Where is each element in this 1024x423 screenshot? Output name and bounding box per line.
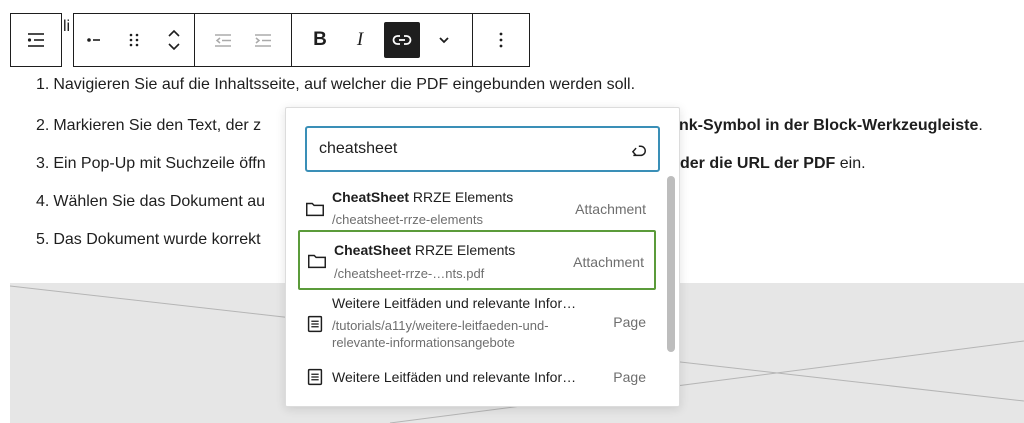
- format-toolbar-group: B I: [291, 13, 473, 67]
- page-icon: [307, 315, 323, 333]
- drag-handle[interactable]: [118, 24, 150, 56]
- result-type: Page: [613, 314, 646, 330]
- page-icon: [307, 368, 323, 386]
- search-result-item-selected[interactable]: CheatSheet RRZE Elements /cheatsheet-rrz…: [298, 230, 656, 290]
- indent-button[interactable]: [247, 24, 279, 56]
- result-url: /cheatsheet-rrze-elements: [332, 212, 484, 227]
- result-type: Page: [613, 369, 646, 385]
- list-item: 1. Navigieren Sie auf die Inhaltsseite, a…: [36, 76, 636, 93]
- result-title: CheatSheet RRZE Elements: [334, 242, 516, 258]
- link-search-input[interactable]: [319, 138, 609, 160]
- list-style-button[interactable]: [78, 24, 110, 56]
- list-item: 2. Markieren Sie den Text, der z: [36, 117, 262, 134]
- result-type: Attachment: [573, 254, 644, 270]
- link-search-field: [305, 126, 660, 172]
- more-vertical-icon: [499, 32, 503, 48]
- result-title: Weitere Leitfäden und relevante Infor…: [332, 369, 577, 385]
- enter-icon[interactable]: [626, 138, 648, 160]
- bold-button[interactable]: B: [304, 24, 336, 56]
- drag-icon: [129, 33, 139, 47]
- search-result-item[interactable]: CheatSheet RRZE Elements /cheatsheet-rrz…: [298, 180, 656, 234]
- chevron-up-icon[interactable]: [162, 26, 186, 40]
- indent-toolbar-group: [194, 13, 292, 67]
- result-title: Weitere Leitfäden und relevante Infor…: [332, 295, 577, 311]
- result-url: /cheatsheet-rrze-…nts.pdf: [334, 266, 485, 281]
- list-indent-icon: [27, 33, 44, 47]
- italic-button[interactable]: I: [344, 24, 376, 56]
- folder-icon: [308, 254, 326, 269]
- outdent-icon: [215, 34, 231, 47]
- block-toolbar: B I: [10, 13, 530, 67]
- list-toolbar-group: [73, 13, 195, 67]
- chevron-down-icon: [439, 37, 449, 44]
- link-button[interactable]: [384, 22, 420, 58]
- list-item-continuation: nk-Symbol in der Block-Werkzeugleiste.: [679, 117, 983, 134]
- more-formats-button[interactable]: [428, 24, 460, 56]
- indent-icon: [255, 34, 271, 47]
- outdent-button[interactable]: [207, 24, 239, 56]
- result-title: CheatSheet RRZE Elements: [332, 189, 514, 205]
- list-item: 5. Das Dokument wurde korrekt: [36, 231, 261, 248]
- link-popover: CheatSheet RRZE Elements /cheatsheet-rrz…: [285, 107, 680, 407]
- list-view-button[interactable]: [10, 13, 62, 67]
- bullet-list-icon: [87, 38, 100, 42]
- list-item: 4. Wählen Sie das Dokument au: [36, 193, 266, 210]
- move-buttons: [158, 24, 190, 56]
- options-toolbar-group: [472, 13, 530, 67]
- options-button[interactable]: [485, 24, 517, 56]
- list-item-continuation: der die URL der PDF ein.: [680, 155, 866, 172]
- search-result-item[interactable]: Weitere Leitfäden und relevante Infor… /…: [298, 292, 656, 356]
- search-result-item[interactable]: Weitere Leitfäden und relevante Infor… P…: [298, 358, 656, 398]
- link-icon: [392, 35, 412, 45]
- result-type: Attachment: [575, 201, 646, 217]
- list-item: 3. Ein Pop-Up mit Suchzeile öffn: [36, 155, 266, 172]
- result-url: /tutorials/a11y/weitere-leitfaeden-und- …: [332, 318, 549, 350]
- folder-icon: [306, 202, 324, 217]
- chevron-down-icon[interactable]: [162, 40, 186, 54]
- results-scrollbar[interactable]: [667, 176, 675, 352]
